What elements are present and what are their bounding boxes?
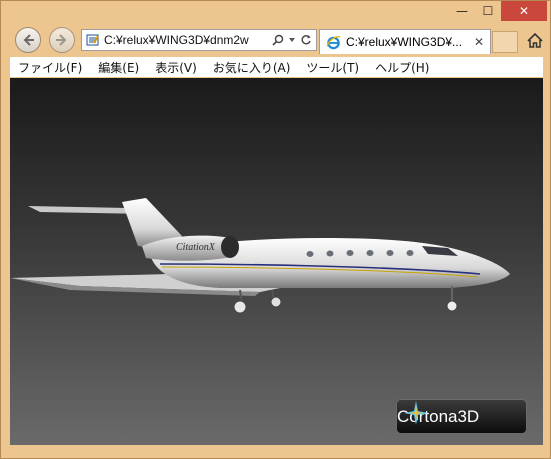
menu-view[interactable]: 表示(V) [147,59,205,76]
cortona-star-icon [404,401,428,425]
ie-icon [326,35,341,49]
cortona3d-logo[interactable]: Cortona3D [396,399,527,434]
minimize-button[interactable]: — [449,1,475,21]
menu-bar: ファイル(F) 編集(E) 表示(V) お気に入り(A) ツール(T) ヘルプ(… [10,57,543,77]
close-button[interactable]: ✕ [501,1,547,21]
dropdown-arrow-icon[interactable] [288,36,296,44]
search-icon[interactable] [272,34,284,46]
refresh-icon[interactable] [300,34,312,46]
forward-arrow-icon [56,34,67,46]
home-button[interactable] [525,31,545,51]
menu-favorites[interactable]: お気に入り(A) [205,59,299,76]
address-tools [272,34,316,46]
tab-title: C:¥relux¥WING3D¥... [346,35,463,49]
aircraft-model: CitationX [10,198,510,314]
page-favicon-icon [86,34,99,46]
forward-button[interactable] [49,27,75,53]
navigation-bar: C:¥relux¥WING3D¥dnm2w C:¥relux¥WING3D¥..… [1,25,551,55]
menu-file[interactable]: ファイル(F) [10,59,90,76]
aircraft-tail-label: CitationX [176,242,216,253]
menu-help[interactable]: ヘルプ(H) [367,59,437,76]
active-tab[interactable]: C:¥relux¥WING3D¥... ✕ [319,29,491,54]
home-icon [527,32,543,48]
tab-close-button[interactable]: ✕ [472,35,486,49]
vrml-3d-viewport[interactable]: CitationX Cortona3D [10,78,543,445]
back-arrow-icon [23,34,34,46]
address-url[interactable]: C:¥relux¥WING3D¥dnm2w [104,33,272,47]
maximize-button[interactable]: ☐ [475,1,501,21]
address-bar[interactable]: C:¥relux¥WING3D¥dnm2w [81,29,317,51]
back-button[interactable] [15,27,41,53]
browser-window: — ☐ ✕ C:¥relux¥WING3D¥dnm2w C:¥relux¥WIN… [0,0,551,459]
menu-edit[interactable]: 編集(E) [90,59,147,76]
menu-tools[interactable]: ツール(T) [298,59,367,76]
new-tab-button[interactable] [492,31,518,53]
